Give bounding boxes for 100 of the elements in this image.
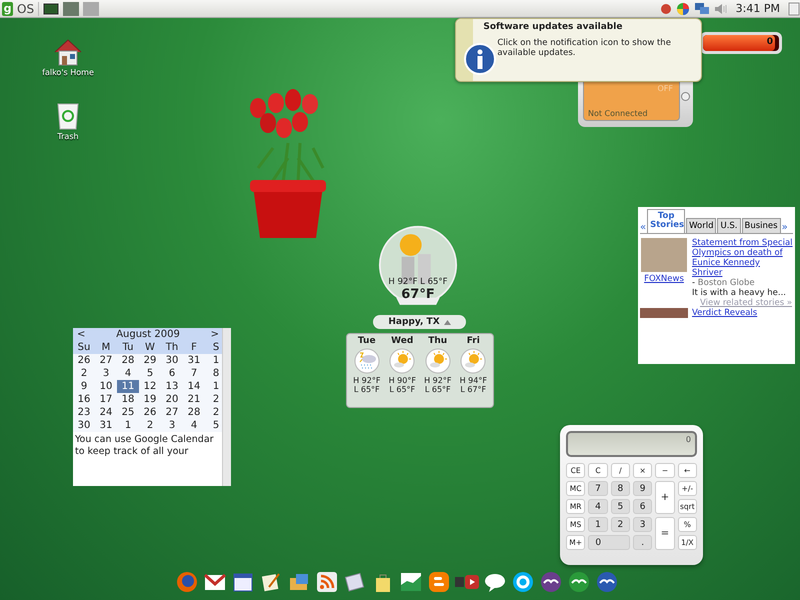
calculator-key[interactable]: 4 (588, 499, 608, 514)
blog-icon[interactable] (427, 570, 451, 594)
seagull-icon[interactable] (539, 570, 563, 594)
calculator-key[interactable]: = (655, 517, 675, 550)
calculator-key[interactable]: 6 (633, 499, 652, 514)
knob-icon[interactable] (681, 92, 690, 101)
app-menu-logo[interactable]: g (2, 2, 13, 16)
weekday-label: F (190, 341, 198, 354)
calendar-day[interactable]: 10 (95, 380, 117, 393)
calendar-day[interactable]: 2 (205, 406, 223, 419)
previous-tab-arrow[interactable]: « (640, 222, 646, 233)
calculator-key[interactable]: 2 (610, 517, 630, 532)
scrollbar[interactable] (222, 328, 231, 486)
calendar-day[interactable]: 14 (183, 380, 205, 393)
info-icon (464, 43, 496, 75)
calendar-day[interactable]: 3 (161, 419, 183, 432)
forecast-high: H 90°F (388, 376, 416, 385)
calendar-day[interactable]: 19 (139, 393, 161, 406)
os-label: OS (17, 2, 40, 16)
desktop-icon-label[interactable]: falko's Home (42, 68, 94, 77)
house-icon (53, 38, 83, 66)
notification-title: Software updates available (483, 22, 624, 32)
calculator-key[interactable]: 0 (588, 535, 630, 550)
headline-link[interactable]: Verdict Reveals (692, 308, 758, 318)
next-tab-arrow[interactable]: » (782, 222, 788, 233)
calendar-day[interactable]: 13 (161, 380, 183, 393)
forecast-day: Tue (358, 336, 376, 346)
forecast-high: H 92°F (424, 376, 452, 385)
calendar-day[interactable]: 1 (205, 354, 223, 367)
calendar-day[interactable]: 9 (73, 380, 95, 393)
calculator-key[interactable]: 5 (610, 499, 630, 514)
color-wheel-icon[interactable] (676, 2, 690, 16)
seagull-icon[interactable] (595, 570, 619, 594)
headline-link[interactable]: Statement from Special Olympics on death of Eunice Kennedy Shriver (692, 238, 793, 278)
previous-month-button[interactable]: < (77, 329, 86, 340)
calendar-day[interactable]: 26 (73, 354, 95, 367)
location-selector[interactable]: Happy, TX (373, 315, 466, 329)
calendar-day[interactable]: 23 (73, 406, 95, 419)
calendar-day[interactable]: 5 (139, 367, 161, 380)
calendar-day[interactable]: 30 (161, 354, 183, 367)
calendar-day[interactable]: 2 (139, 419, 161, 432)
calendar-day[interactable]: 5 (205, 419, 223, 432)
calculator-key[interactable]: 9 (633, 481, 652, 496)
notification-bubble[interactable]: Software updates available Click on the notification icon to show the available updates. (455, 18, 702, 82)
calendar-day[interactable]: 16 (73, 393, 95, 406)
calendar-day[interactable]: 7 (183, 367, 205, 380)
calendar-day[interactable]: 4 (117, 367, 139, 380)
calendar-day[interactable]: 27 (161, 406, 183, 419)
calendar-day[interactable]: 11 (117, 380, 139, 393)
calculator-display: 0 (566, 431, 697, 457)
calculator-key[interactable]: + (655, 481, 675, 514)
news-tab[interactable]: Top Stories (647, 209, 686, 233)
calendar-day[interactable]: 1 (205, 380, 223, 393)
calendar-day[interactable]: 6 (161, 367, 183, 380)
seagull-icon[interactable] (567, 570, 591, 594)
workspace-icon[interactable] (63, 2, 80, 16)
calculator-key[interactable]: 8 (610, 481, 630, 496)
calendar-day[interactable]: 4 (183, 419, 205, 432)
calendar-day[interactable]: 21 (183, 393, 205, 406)
calendar-day[interactable]: 8 (205, 367, 223, 380)
network-icon[interactable] (694, 2, 710, 16)
publisher: Boston Globe (698, 278, 755, 288)
calendar-day[interactable]: 3 (95, 367, 117, 380)
update-icon[interactable] (660, 2, 672, 14)
calendar-day[interactable]: 18 (117, 393, 139, 406)
calendar-day[interactable]: 26 (139, 406, 161, 419)
next-month-button[interactable]: > (210, 329, 219, 340)
calendar-day[interactable]: 20 (161, 393, 183, 406)
calculator-key[interactable]: 7 (588, 481, 608, 496)
weekday-label: W (144, 341, 156, 354)
calculator-key[interactable]: 3 (633, 517, 652, 532)
news-tab[interactable]: World (686, 218, 716, 233)
calendar-day[interactable]: 17 (95, 393, 117, 406)
calendar-day[interactable]: 25 (117, 406, 139, 419)
rss-icon[interactable] (315, 570, 339, 594)
chart-icon[interactable] (399, 570, 423, 594)
calendar-day[interactable]: 30 (73, 419, 95, 432)
calendar-day[interactable]: 12 (139, 380, 161, 393)
clock[interactable]: 3:41 PM (736, 2, 780, 15)
news-tab[interactable]: U.S. (717, 218, 741, 233)
calendar-day[interactable]: 28 (183, 406, 205, 419)
snippet: It is with a heavy he... (692, 288, 787, 298)
calendar-day[interactable]: 31 (95, 419, 117, 432)
calculator-key[interactable]: 1 (588, 517, 608, 532)
calendar-day[interactable]: 2 (73, 367, 95, 380)
desktop-icon-label[interactable]: Trash (57, 132, 79, 141)
terminal-icon[interactable] (43, 2, 60, 16)
calendar-day[interactable]: 31 (183, 354, 205, 367)
volume-icon[interactable] (714, 2, 728, 16)
calendar-day[interactable]: 1 (117, 419, 139, 432)
photo-placeholder (640, 308, 688, 318)
news-tab[interactable]: Busines (742, 218, 781, 233)
calendar-day[interactable]: 27 (95, 354, 117, 367)
calculator-key[interactable]: . (633, 535, 652, 550)
calendar-day[interactable]: 24 (95, 406, 117, 419)
calendar-day[interactable]: 29 (139, 354, 161, 367)
weekday-label: Th (164, 341, 180, 354)
calendar-day[interactable]: 2 (205, 393, 223, 406)
calendar-day[interactable]: 28 (117, 354, 139, 367)
source-link[interactable]: FOXNews (644, 274, 684, 284)
